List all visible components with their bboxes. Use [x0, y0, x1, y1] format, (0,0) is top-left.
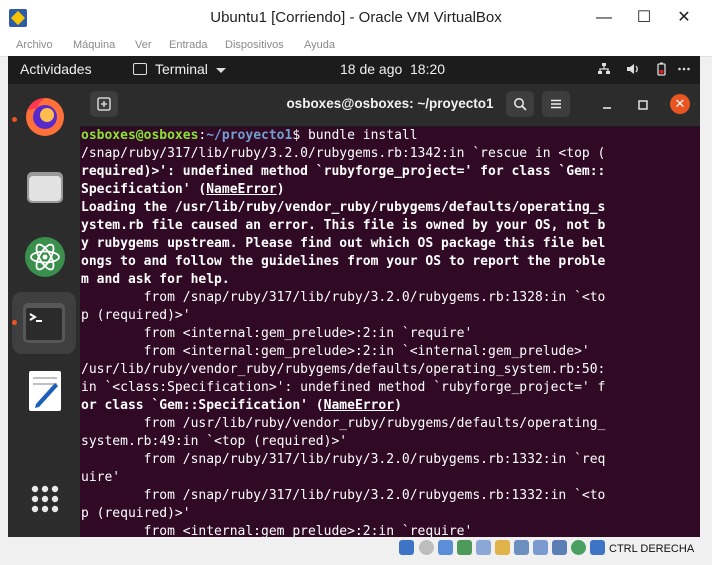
prompt-end: $	[292, 128, 308, 143]
terminal-app-icon	[133, 63, 147, 75]
output-line: p (required)>'	[81, 308, 191, 323]
output-line: from /snap/ruby/317/lib/ruby/3.2.0/rubyg…	[81, 290, 606, 305]
show-applications-button[interactable]	[20, 474, 70, 524]
prompt-path: ~/proyecto1	[206, 128, 293, 143]
prompt-user: osboxes@osboxes	[81, 128, 199, 143]
output-line: m and ask for help.	[81, 272, 230, 287]
output-line: /usr/lib/ruby/vendor_ruby/rubygems/defau…	[81, 362, 606, 377]
output-line: ongs to and follow the guidelines from y…	[81, 254, 606, 269]
chevron-down-icon	[216, 68, 226, 73]
output-line: Specification' (NameError)	[81, 182, 285, 197]
show-apps-icon	[31, 485, 59, 513]
host-key-icon[interactable]	[590, 540, 605, 555]
display-icon[interactable]	[514, 540, 529, 555]
output-line: from <internal:gem_prelude>:2:in `<inter…	[81, 344, 590, 359]
audio-icon[interactable]	[438, 540, 453, 555]
maximize-icon[interactable]	[636, 98, 650, 112]
running-indicator	[12, 320, 17, 325]
menu-archivo[interactable]: Archivo	[16, 39, 53, 51]
output-line: ystem.rb file caused an error. This file…	[81, 218, 606, 233]
close-button[interactable]: ✕	[664, 4, 704, 32]
minimize-button[interactable]: —	[584, 4, 624, 32]
dock-text-editor[interactable]	[20, 366, 70, 416]
maximize-button[interactable]: ☐	[624, 4, 664, 32]
terminal-icon	[23, 303, 65, 343]
window-titlebar: Ubuntu1 [Corriendo] - Oracle VM VirtualB…	[0, 0, 712, 36]
output-line: from <internal:gem_prelude>:2:in `requir…	[81, 524, 473, 537]
output-line: /snap/ruby/317/lib/ruby/3.2.0/rubygems.r…	[81, 146, 606, 161]
firefox-icon	[26, 98, 64, 136]
statusbar: CTRL DERECHA	[0, 537, 712, 565]
shared-folders-icon[interactable]	[495, 540, 510, 555]
video-capture-icon[interactable]	[533, 540, 548, 555]
mouse-integration-icon[interactable]	[571, 540, 586, 555]
dock-firefox[interactable]	[20, 92, 70, 142]
output-line: or class `Gem::Specification' (NameError…	[81, 398, 402, 413]
output-line: uire'	[81, 470, 121, 485]
output-line: Loading the /usr/lib/ruby/vendor_ruby/ru…	[81, 200, 606, 215]
prompt-line: osboxes@osboxes:~/proyecto1$ bundle inst…	[81, 127, 700, 145]
atom-icon	[25, 237, 65, 277]
clock-date[interactable]: 18 de ago	[340, 61, 402, 77]
close-icon[interactable]: ✕	[670, 94, 690, 114]
hamburger-menu-icon	[551, 99, 561, 109]
dock	[8, 84, 80, 537]
network-icon[interactable]	[597, 62, 611, 76]
output-line: p (required)>'	[81, 506, 191, 521]
dock-files[interactable]	[20, 162, 70, 212]
menubar: Archivo Máquina Ver Entrada Dispositivos…	[0, 36, 712, 57]
menu-entrada[interactable]: Entrada	[169, 39, 208, 51]
output-line: in `<class:Specification>': undefined me…	[81, 380, 606, 395]
battery-icon[interactable]	[654, 62, 668, 76]
dock-atom[interactable]	[20, 232, 70, 282]
output-line: from /usr/lib/ruby/vendor_ruby/rubygems/…	[81, 416, 606, 431]
output-line: y rubygems upstream. Please find out whi…	[81, 236, 606, 251]
app-menu-terminal[interactable]: Terminal	[155, 61, 208, 77]
output-line: from /snap/ruby/317/lib/ruby/3.2.0/rubyg…	[81, 452, 606, 467]
terminal-window: osboxes@osboxes: ~/proyecto1 ✕ osboxes@o…	[80, 84, 700, 537]
running-indicator	[12, 117, 17, 122]
menu-ver[interactable]: Ver	[135, 39, 152, 51]
system-menu-icon[interactable]	[677, 62, 691, 76]
output-line: system.rb:49:in `<top (required)>'	[81, 434, 348, 449]
dock-terminal[interactable]	[12, 292, 76, 354]
output-line: from /snap/ruby/317/lib/ruby/3.2.0/rubyg…	[81, 488, 606, 503]
menu-maquina[interactable]: Máquina	[73, 39, 115, 51]
menu-button[interactable]	[542, 91, 570, 117]
menu-dispositivos[interactable]: Dispositivos	[225, 39, 284, 51]
cpu-icon[interactable]	[552, 540, 567, 555]
terminal-output[interactable]: osboxes@osboxes:~/proyecto1$ bundle inst…	[80, 127, 700, 537]
terminal-headerbar: osboxes@osboxes: ~/proyecto1 ✕	[80, 84, 700, 127]
command: bundle install	[307, 128, 418, 143]
network-adapter-icon[interactable]	[457, 540, 472, 555]
volume-icon[interactable]	[626, 62, 640, 76]
hard-disk-icon[interactable]	[399, 540, 414, 555]
text-editor-icon	[29, 371, 61, 411]
search-button[interactable]	[506, 91, 534, 117]
output-line: required)>': undefined method `rubyforge…	[81, 164, 606, 179]
vm-display: Actividades Terminal 18 de ago 18:20 osb…	[8, 56, 700, 537]
files-icon	[27, 172, 63, 203]
search-icon	[514, 98, 527, 111]
output-line: from <internal:gem_prelude>:2:in `requir…	[81, 326, 473, 341]
menu-ayuda[interactable]: Ayuda	[304, 39, 335, 51]
activities-button[interactable]: Actividades	[20, 61, 92, 77]
gnome-top-bar: Actividades Terminal 18 de ago 18:20	[8, 56, 700, 84]
optical-drive-icon[interactable]	[419, 540, 434, 555]
clock-time[interactable]: 18:20	[410, 61, 445, 77]
host-key-label: CTRL DERECHA	[609, 543, 695, 555]
minimize-icon[interactable]	[600, 98, 614, 112]
usb-icon[interactable]	[476, 540, 491, 555]
